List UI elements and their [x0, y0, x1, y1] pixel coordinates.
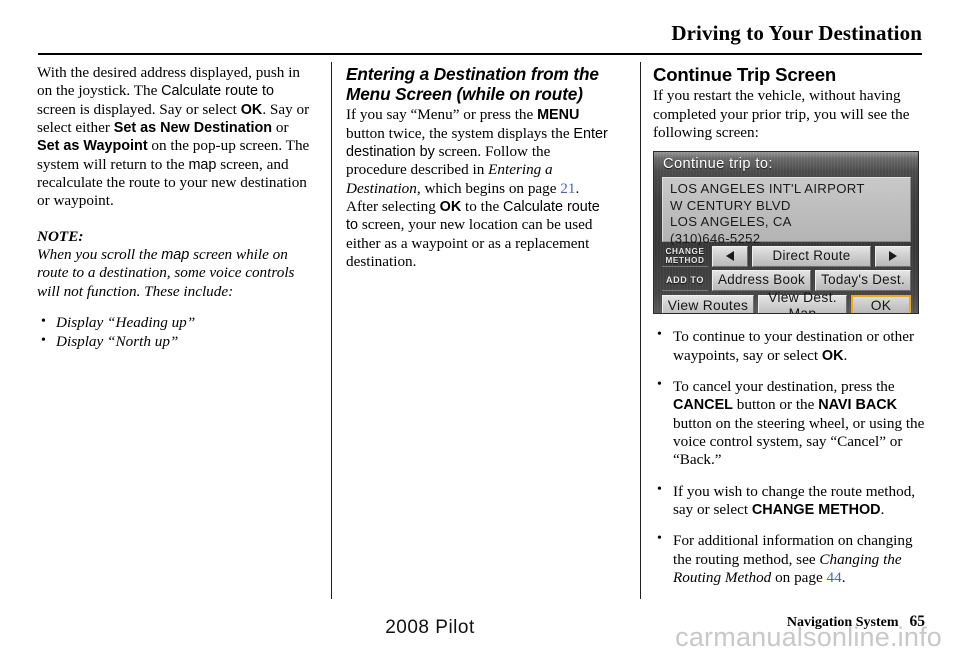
- text-run: , which begins on page: [416, 179, 561, 197]
- continue-trip-bullet-list: To continue to your destination or other…: [653, 327, 925, 587]
- ok-button[interactable]: OK: [851, 294, 911, 314]
- column-two: Entering a Destination from the Menu Scr…: [346, 64, 614, 271]
- list-item: For additional information on changing t…: [653, 531, 925, 587]
- watermark: carmanualsonline.info: [675, 622, 942, 652]
- column-one: With the desired address displayed, push…: [37, 64, 311, 351]
- nav-address-line: (310)646-5252: [670, 230, 761, 246]
- text-run: screen is displayed. Say or select: [37, 100, 241, 118]
- route-method-display[interactable]: Direct Route: [752, 245, 871, 267]
- chevron-left-icon: [726, 251, 734, 262]
- text-run: or: [272, 119, 289, 137]
- text-run: screen, your new location can be used ei…: [346, 216, 593, 270]
- add-to-label: ADD TO: [662, 270, 708, 291]
- todays-dest-button[interactable]: Today's Dest.: [815, 269, 912, 291]
- text-run: OK: [439, 198, 462, 215]
- text-run: .: [843, 346, 848, 364]
- text-run: button twice, the system displays the: [346, 124, 574, 142]
- change-method-label: CHANGE METHOD: [662, 246, 708, 267]
- list-item: To continue to your destination or other…: [653, 327, 925, 365]
- nav-address-line: W CENTURY BLVD: [670, 197, 791, 213]
- nav-screen-title: Continue trip to:: [663, 156, 773, 173]
- nav-button-rows: CHANGE METHOD Direct Route ADD TO Addres…: [662, 245, 912, 291]
- text-run: If you say “Menu” or press the: [346, 106, 538, 124]
- text-run: 44: [826, 568, 842, 586]
- text-run: .: [880, 500, 885, 518]
- text-run: button or the: [732, 396, 819, 414]
- text-run: If you restart the vehicle, without havi…: [653, 87, 910, 141]
- page-header: Driving to Your Destination: [38, 21, 922, 45]
- nav-address-line: LOS ANGELES INT'L AIRPORT: [670, 180, 865, 196]
- text-run: to the: [461, 197, 503, 215]
- column-divider-2: [640, 62, 641, 599]
- navigation-screen-figure: Continue trip to: LOS ANGELES INT'L AIRP…: [653, 151, 919, 315]
- col1-paragraph: With the desired address displayed, push…: [37, 64, 311, 211]
- text-run: map: [188, 156, 217, 173]
- note-paragraph: When you scroll the map screen while on …: [37, 246, 311, 301]
- text-run: map: [161, 247, 190, 264]
- nav-bottom-row: View Routes View Dest. Map OK: [662, 290, 911, 314]
- address-book-button[interactable]: Address Book: [712, 269, 812, 291]
- text-run: OK: [821, 347, 844, 364]
- column-divider-1: [331, 62, 332, 599]
- next-route-method-button[interactable]: [875, 245, 911, 267]
- column-three: Continue Trip Screen If you restart the …: [653, 64, 925, 600]
- view-routes-button[interactable]: View Routes: [662, 294, 754, 314]
- text-run: When you scroll the: [37, 246, 162, 264]
- list-item: Display “North up”: [37, 332, 311, 352]
- list-item: If you wish to change the route method, …: [653, 482, 925, 520]
- note-list: Display “Heading up”Display “North up”: [37, 313, 311, 352]
- text-run: NAVI BACK: [818, 397, 898, 414]
- prev-route-method-button[interactable]: [712, 245, 748, 267]
- section-heading-entering-destination: Entering a Destination from the Menu Scr…: [346, 64, 599, 105]
- text-run: CHANGE METHOD: [751, 501, 881, 518]
- nav-address-line: LOS ANGELES, CA: [670, 214, 792, 230]
- text-run: OK: [240, 101, 263, 118]
- text-run: To continue to your destination or other…: [673, 328, 915, 364]
- note-label: NOTE:: [37, 227, 84, 245]
- nav-change-method-row: CHANGE METHOD Direct Route: [662, 245, 911, 267]
- text-run: Set as Waypoint: [37, 138, 148, 155]
- nav-destination-box: LOS ANGELES INT'L AIRPORT W CENTURY BLVD…: [662, 176, 911, 246]
- text-run: To cancel your destination, press the: [673, 377, 895, 395]
- text-run: Calculate route to: [161, 83, 274, 100]
- list-item: Display “Heading up”: [37, 313, 311, 333]
- text-run: 21: [560, 179, 576, 197]
- text-run: .: [841, 568, 846, 586]
- page-title: Driving to Your Destination: [671, 21, 922, 45]
- col2-paragraph: If you say “Menu” or press the MENU butt…: [346, 106, 614, 271]
- text-run: MENU: [537, 107, 580, 124]
- nav-add-to-row: ADD TO Address Book Today's Dest.: [662, 269, 912, 291]
- text-run: Set as New Destination: [113, 120, 273, 137]
- header-rule: [38, 53, 922, 55]
- section-heading-continue-trip: Continue Trip Screen: [653, 64, 836, 85]
- list-item: To cancel your destination, press the CA…: [653, 377, 925, 470]
- view-dest-map-button[interactable]: View Dest. Map: [758, 290, 847, 314]
- text-run: on page: [771, 568, 827, 586]
- col3-paragraph: If you restart the vehicle, without havi…: [653, 87, 925, 142]
- chevron-right-icon: [889, 251, 897, 262]
- text-run: CANCEL: [673, 397, 733, 414]
- text-run: button on the steering wheel, or using t…: [673, 414, 925, 469]
